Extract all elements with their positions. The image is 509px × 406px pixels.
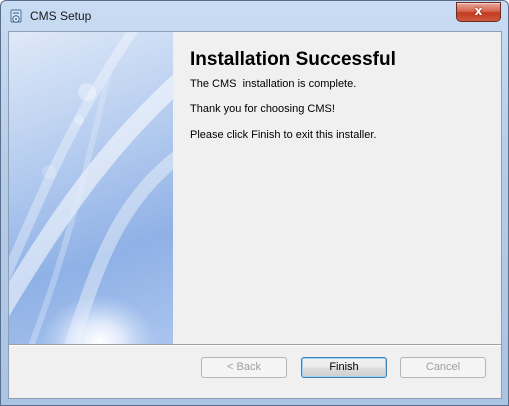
setup-icon (10, 9, 22, 23)
thank-you-message: Thank you for choosing CMS! (190, 103, 335, 115)
wizard-body: Installation Successful The CMS installa… (8, 31, 502, 399)
completion-message: The CMS installation is complete. (190, 78, 357, 90)
page-title: Installation Successful (190, 49, 396, 70)
cancel-button[interactable]: Cancel (400, 357, 486, 378)
back-button-label: < Back (227, 361, 261, 373)
finish-button[interactable]: Finish (301, 357, 387, 378)
back-button[interactable]: < Back (201, 357, 287, 378)
finish-button-label: Finish (329, 361, 359, 373)
cancel-button-label: Cancel (425, 361, 461, 373)
setup-window: CMS Setup x Installation Successful The … (0, 0, 509, 406)
wizard-banner-image (9, 32, 173, 344)
close-icon: x (474, 4, 483, 18)
window-title: CMS Setup (30, 9, 92, 23)
button-separator (9, 344, 501, 346)
finish-instruction: Please click Finish to exit this install… (190, 129, 377, 141)
close-button[interactable]: x (456, 2, 501, 22)
title-bar[interactable]: CMS Setup x (1, 1, 508, 31)
content-panel: Installation Successful The CMS installa… (173, 32, 501, 344)
